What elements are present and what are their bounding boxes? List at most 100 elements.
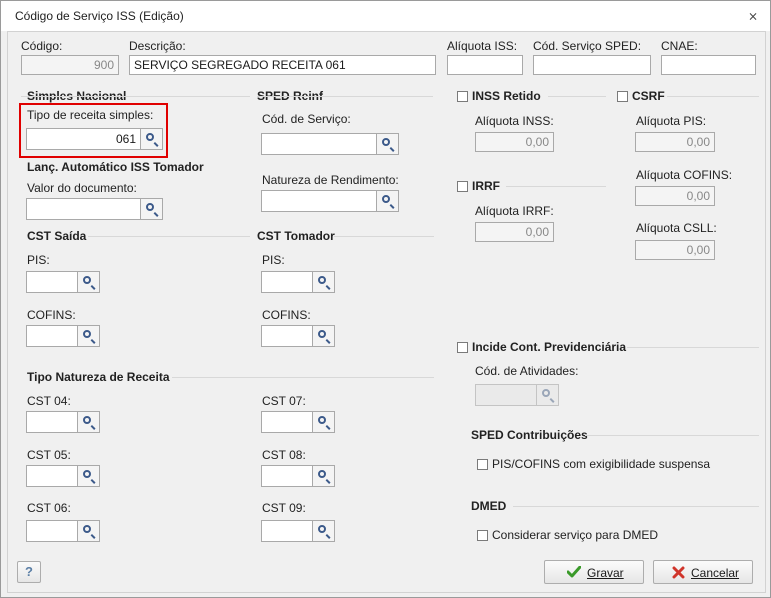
cod-atividades-lookup xyxy=(475,384,559,406)
cst05-lookup xyxy=(26,465,100,487)
sped-contribuicoes-title: SPED Contribuições xyxy=(471,428,588,442)
aliquota-pis-label: Alíquota PIS: xyxy=(636,114,707,128)
search-icon[interactable] xyxy=(377,190,399,212)
cst-tomador-cofins-field[interactable] xyxy=(261,325,313,347)
valor-documento-label: Valor do documento: xyxy=(27,181,137,195)
dialog-window: Código de Serviço ISS (Edição) ⨯ Código:… xyxy=(0,0,771,598)
cod-servico-field[interactable] xyxy=(261,133,377,155)
valor-documento-field[interactable] xyxy=(26,198,141,220)
inss-retido-label: INSS Retido xyxy=(472,89,541,103)
dmed-checkbox[interactable] xyxy=(477,530,488,541)
divider xyxy=(513,506,759,507)
cst08-label: CST 08: xyxy=(262,448,306,462)
cst-saida-cofins-field[interactable] xyxy=(26,325,78,347)
divider xyxy=(257,96,433,97)
search-icon[interactable] xyxy=(313,325,335,347)
cst-tomador-title: CST Tomador xyxy=(257,229,335,243)
search-icon[interactable] xyxy=(313,411,335,433)
cst07-lookup xyxy=(261,411,335,433)
search-icon[interactable] xyxy=(377,133,399,155)
cst08-field[interactable] xyxy=(261,465,313,487)
cod-servico-sped-label: Cód. Serviço SPED: xyxy=(533,39,642,53)
cod-atividades-field[interactable] xyxy=(475,384,537,406)
cod-servico-lookup xyxy=(261,133,399,155)
search-icon[interactable] xyxy=(141,198,163,220)
cst-saida-pis-label: PIS: xyxy=(27,253,50,267)
aliquota-inss-label: Alíquota INSS: xyxy=(475,114,554,128)
aliquota-cofins-label: Alíquota COFINS: xyxy=(636,168,733,182)
csrf-label: CSRF xyxy=(632,89,665,103)
search-icon[interactable] xyxy=(313,271,335,293)
divider xyxy=(585,435,759,436)
cnae-field[interactable] xyxy=(661,55,756,75)
search-icon[interactable] xyxy=(141,128,163,150)
cst07-field[interactable] xyxy=(261,411,313,433)
cst-tomador-pis-lookup xyxy=(261,271,335,293)
cst-saida-cofins-label: COFINS: xyxy=(27,308,76,322)
aliquota-inss-field[interactable]: 0,00 xyxy=(475,132,554,152)
gravar-button[interactable]: Gravar xyxy=(544,560,644,584)
cst-saida-title: CST Saída xyxy=(27,229,87,243)
gravar-label: Gravar xyxy=(587,566,624,580)
form-panel: Código: 900 Descrição: SERVIÇO SEGREGADO… xyxy=(7,31,766,593)
aliquota-irrf-field[interactable]: 0,00 xyxy=(475,222,554,242)
check-icon xyxy=(567,566,581,578)
aliquota-iss-label: Alíquota ISS: xyxy=(447,39,518,53)
tipo-receita-lookup: 061 xyxy=(26,128,163,150)
aliquota-iss-field[interactable] xyxy=(447,55,523,75)
cst09-field[interactable] xyxy=(261,520,313,542)
natureza-rendimento-label: Natureza de Rendimento: xyxy=(262,173,399,187)
pis-cofins-suspensa-checkbox[interactable] xyxy=(477,459,488,470)
codigo-field[interactable]: 900 xyxy=(21,55,119,75)
cst-tomador-cofins-lookup xyxy=(261,325,335,347)
cst04-field[interactable] xyxy=(26,411,78,433)
search-icon[interactable] xyxy=(537,384,559,406)
cst-tomador-pis-field[interactable] xyxy=(261,271,313,293)
irrf-checkbox[interactable] xyxy=(457,181,468,192)
cst09-lookup xyxy=(261,520,335,542)
aliquota-csll-field[interactable]: 0,00 xyxy=(635,240,715,260)
search-icon[interactable] xyxy=(313,465,335,487)
aliquota-pis-field[interactable]: 0,00 xyxy=(635,132,715,152)
descricao-field[interactable]: SERVIÇO SEGREGADO RECEITA 061 xyxy=(129,55,436,75)
csrf-checkbox[interactable] xyxy=(617,91,628,102)
cst-saida-pis-field[interactable] xyxy=(26,271,78,293)
cancel-icon xyxy=(672,566,685,579)
close-icon[interactable]: ⨯ xyxy=(748,9,758,23)
natureza-rendimento-field[interactable] xyxy=(261,190,377,212)
search-icon[interactable] xyxy=(78,465,100,487)
incide-cont-previdenciaria-label: Incide Cont. Previdenciária xyxy=(472,340,627,354)
cod-servico-sped-field[interactable] xyxy=(533,55,651,75)
tipo-receita-field[interactable]: 061 xyxy=(26,128,141,150)
cst04-lookup xyxy=(26,411,100,433)
divider xyxy=(88,236,250,237)
help-button[interactable]: ? xyxy=(17,561,41,583)
cst05-field[interactable] xyxy=(26,465,78,487)
title-bar: Código de Serviço ISS (Edição) ⨯ xyxy=(1,1,770,31)
divider xyxy=(627,347,759,348)
cod-servico-label: Cód. de Serviço: xyxy=(262,112,351,126)
divider xyxy=(548,96,606,97)
aliquota-cofins-field[interactable]: 0,00 xyxy=(635,186,715,206)
descricao-label: Descrição: xyxy=(129,39,186,53)
inss-retido-checkbox[interactable] xyxy=(457,91,468,102)
cancelar-button[interactable]: Cancelar xyxy=(653,560,753,584)
divider xyxy=(667,96,759,97)
incide-cont-previdenciaria-checkbox[interactable] xyxy=(457,342,468,353)
cnae-label: CNAE: xyxy=(661,39,698,53)
aliquota-csll-label: Alíquota CSLL: xyxy=(636,221,717,235)
divider xyxy=(506,186,606,187)
cancelar-label: Cancelar xyxy=(691,566,740,580)
cst06-lookup xyxy=(26,520,100,542)
dmed-title: DMED xyxy=(471,499,507,513)
cst06-field[interactable] xyxy=(26,520,78,542)
search-icon[interactable] xyxy=(78,325,100,347)
cst04-label: CST 04: xyxy=(27,394,71,408)
cst-tomador-pis-label: PIS: xyxy=(262,253,285,267)
search-icon[interactable] xyxy=(313,520,335,542)
cod-atividades-label: Cód. de Atividades: xyxy=(475,364,579,378)
search-icon[interactable] xyxy=(78,271,100,293)
search-icon[interactable] xyxy=(78,520,100,542)
pis-cofins-suspensa-label: PIS/COFINS com exigibilidade suspensa xyxy=(492,457,711,471)
search-icon[interactable] xyxy=(78,411,100,433)
